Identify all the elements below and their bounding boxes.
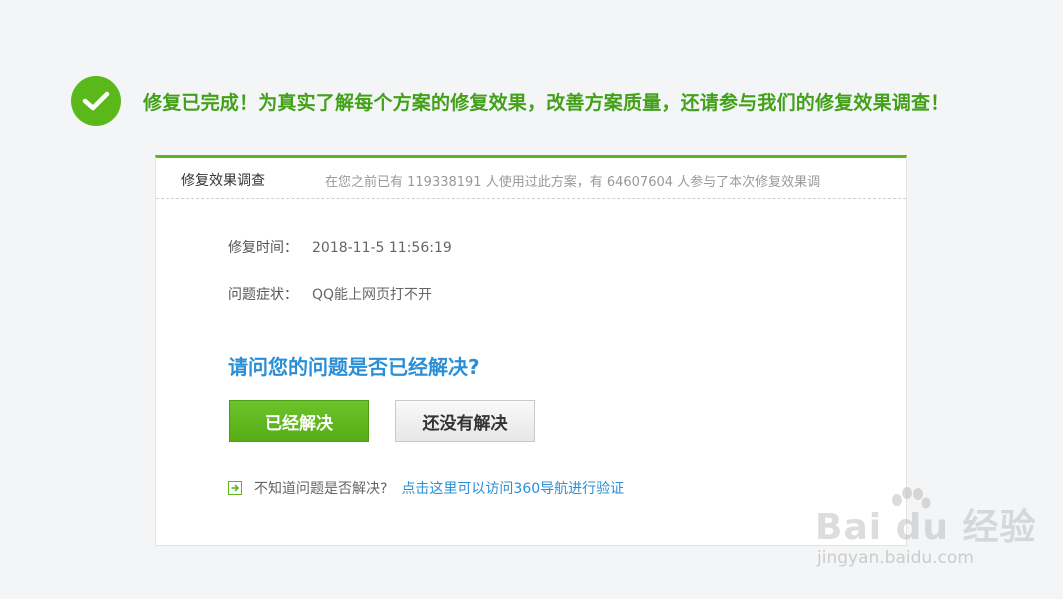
symptom-value: QQ能上网页打不开 (312, 287, 433, 303)
watermark: Bai du 经验 jingyan.baidu.com (815, 480, 1036, 580)
success-message: 修复已完成！为真实了解每个方案的修复效果，改善方案质量，还请参与我们的修复效果调… (143, 91, 950, 114)
panel-header: 修复效果调查 在您之前已有 119338191 人使用过此方案，有 646076… (156, 158, 906, 199)
verify-link[interactable]: 点击这里可以访问360导航进行验证 (401, 478, 624, 498)
help-row: 不知道问题是否解决? 点击这里可以访问360导航进行验证 (228, 478, 624, 498)
usage-stats: 在您之前已有 119338191 人使用过此方案，有 64607604 人参与了… (325, 175, 821, 190)
panel-title: 修复效果调查 (181, 173, 265, 189)
unresolved-button[interactable]: 还没有解决 (395, 400, 535, 442)
fix-time-row: 修复时间： 2018-11-5 11:56:19 (228, 237, 452, 257)
fix-time-value: 2018-11-5 11:56:19 (312, 240, 452, 256)
check-circle-icon (71, 76, 121, 126)
resolved-button[interactable]: 已经解决 (229, 400, 369, 442)
arrow-right-box-icon (228, 481, 242, 495)
watermark-url: jingyan.baidu.com (817, 548, 974, 568)
symptom-label: 问题症状： (228, 287, 298, 303)
symptom-row: 问题症状： QQ能上网页打不开 (228, 284, 432, 304)
resolved-question: 请问您的问题是否已经解决? (228, 355, 480, 379)
fix-time-label: 修复时间： (228, 240, 298, 256)
success-banner: 修复已完成！为真实了解每个方案的修复效果，改善方案质量，还请参与我们的修复效果调… (71, 76, 949, 126)
survey-panel: 修复效果调查 在您之前已有 119338191 人使用过此方案，有 646076… (155, 155, 907, 546)
paw-icon (892, 487, 931, 509)
help-text: 不知道问题是否解决? (254, 481, 388, 497)
